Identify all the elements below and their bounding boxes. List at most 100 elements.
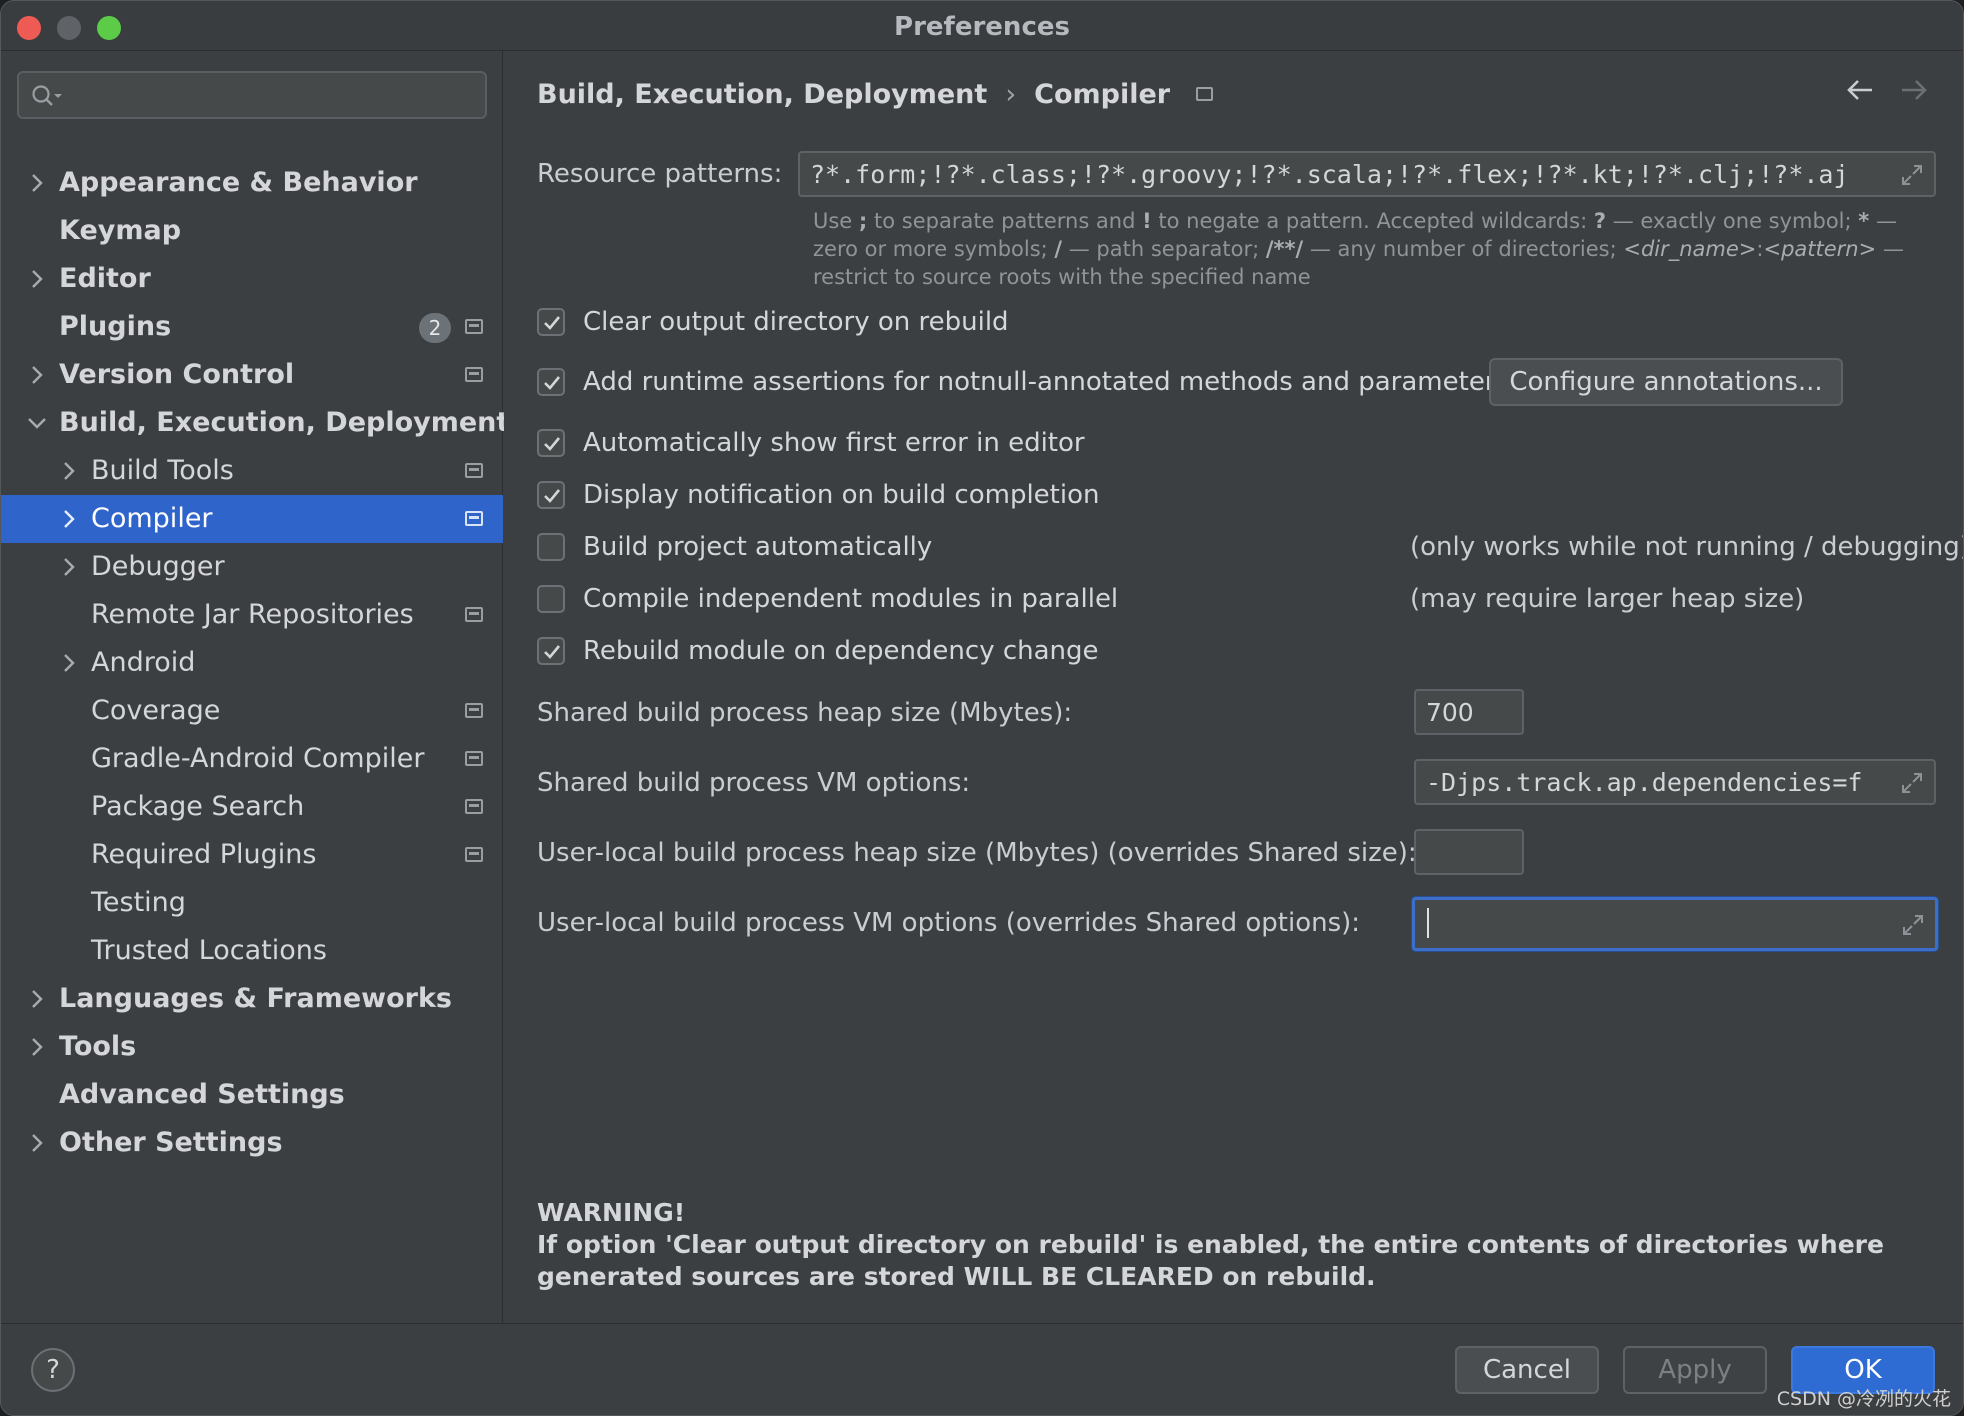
help-button[interactable]: ? [31, 1348, 75, 1392]
cancel-button[interactable]: Cancel [1455, 1346, 1599, 1394]
sidebar-item-label: Compiler [91, 503, 213, 534]
settings-sidebar: Appearance & Behavior Keymap Editor Plug… [1, 51, 509, 1323]
sidebar-item-label: Plugins [59, 311, 172, 342]
sidebar-item-other-settings[interactable]: Other Settings [1, 1119, 503, 1167]
checkbox-box[interactable] [537, 533, 565, 561]
check-icon [544, 489, 561, 503]
text-caret [1427, 908, 1429, 938]
forward-arrow-icon[interactable] [1898, 77, 1930, 103]
compiler-settings-panel: Build, Execution, Deployment › Compiler Re… [504, 51, 1964, 1323]
chevron-right-icon [32, 1038, 43, 1056]
sidebar-item-label: Build Tools [91, 455, 234, 486]
user-local-vm-options-label: User-local build process VM options (ove… [537, 908, 1361, 938]
sidebar-item-label: Package Search [91, 791, 305, 822]
configure-annotations-button[interactable]: Configure annotations... [1489, 358, 1843, 406]
warning-body: If option 'Clear output directory on reb… [537, 1230, 1884, 1291]
sidebar-item-plugins[interactable]: Plugins 2 [1, 303, 503, 351]
project-settings-icon [465, 463, 483, 478]
sidebar-item-gradle-android-compiler[interactable]: Gradle-Android Compiler [1, 735, 503, 783]
shared-vm-options-label: Shared build process VM options: [537, 768, 971, 798]
sidebar-item-coverage[interactable]: Coverage [1, 687, 503, 735]
resource-patterns-input[interactable]: ?*.form;!?*.class;!?*.groovy;!?*.scala;!… [798, 151, 1936, 197]
project-settings-icon [1196, 87, 1214, 101]
sidebar-item-label: Tools [59, 1031, 137, 1062]
sidebar-item-tools[interactable]: Tools [1, 1023, 503, 1071]
chevron-down-icon [28, 418, 46, 429]
sidebar-item-label: Android [91, 647, 196, 678]
checkbox-label: Add runtime assertions for notnull-annot… [583, 367, 1510, 397]
checkbox-label: Rebuild module on dependency change [583, 636, 1099, 666]
sidebar-item-debugger[interactable]: Debugger [1, 543, 503, 591]
sidebar-item-android[interactable]: Android [1, 639, 503, 687]
project-settings-icon [465, 511, 483, 526]
sidebar-item-label: Advanced Settings [59, 1079, 345, 1110]
breadcrumb-parent[interactable]: Build, Execution, Deployment [537, 79, 987, 110]
sidebar-item-languages-frameworks[interactable]: Languages & Frameworks [1, 975, 503, 1023]
sidebar-item-build-tools[interactable]: Build Tools [1, 447, 503, 495]
checkbox-box[interactable] [537, 308, 565, 336]
project-settings-icon [465, 847, 483, 862]
sidebar-item-advanced-settings[interactable]: Advanced Settings [1, 1071, 503, 1119]
sidebar-item-remote-jar-repositories[interactable]: Remote Jar Repositories [1, 591, 503, 639]
window-title: Preferences [894, 12, 1070, 42]
checkbox-box[interactable] [537, 585, 565, 613]
sidebar-item-label: Languages & Frameworks [59, 983, 453, 1014]
check-icon [544, 437, 561, 451]
chevron-right-icon [32, 990, 43, 1008]
resource-patterns-hint: Use ; to separate patterns and ! to nega… [813, 209, 1904, 289]
project-settings-icon [465, 751, 483, 766]
sidebar-item-build-execution-deployment[interactable]: Build, Execution, Deployment [1, 399, 509, 447]
breadcrumb-separator: › [1005, 79, 1017, 110]
check-icon [544, 645, 561, 659]
breadcrumb-current: Compiler [1034, 79, 1171, 110]
check-icon [544, 376, 561, 390]
checkbox-box[interactable] [537, 481, 565, 509]
project-settings-icon [465, 367, 483, 382]
shared-heap-size-input[interactable]: 700 [1414, 689, 1524, 735]
preferences-window: Preferences Appearance & Behavior Keymap… [0, 0, 1964, 1416]
resource-patterns-value: ?*.form;!?*.class;!?*.groovy;!?*.scala;!… [810, 160, 1849, 189]
checkbox-label: Build project automatically [583, 532, 933, 562]
user-local-vm-options-input[interactable] [1412, 897, 1938, 951]
clear-output-warning: WARNING! If option 'Clear output directo… [537, 1197, 1937, 1293]
user-local-heap-size-label: User-local build process heap size (Mbyt… [537, 838, 1417, 868]
checkbox-box[interactable] [537, 637, 565, 665]
shared-vm-options-input[interactable]: -Djps.track.ap.dependencies=f [1414, 759, 1936, 805]
build-automatically-note: (only works while not running / debuggin… [1410, 532, 1964, 562]
checkbox-label: Display notification on build completion [583, 480, 1100, 510]
expand-icon[interactable] [1900, 163, 1924, 187]
expand-icon[interactable] [1901, 913, 1925, 937]
sidebar-item-version-control[interactable]: Version Control [1, 351, 503, 399]
project-settings-icon [465, 319, 483, 334]
checkbox-box[interactable] [537, 429, 565, 457]
shared-vm-options-value: -Djps.track.ap.dependencies=f [1426, 768, 1863, 797]
sidebar-item-appearance-behavior[interactable]: Appearance & Behavior [1, 159, 503, 207]
expand-icon[interactable] [1900, 771, 1924, 795]
sidebar-item-package-search[interactable]: Package Search [1, 783, 503, 831]
sidebar-item-compiler[interactable]: Compiler [1, 495, 503, 543]
sidebar-item-required-plugins[interactable]: Required Plugins [1, 831, 503, 879]
checkbox-box[interactable] [537, 368, 565, 396]
warning-title: WARNING! [537, 1198, 686, 1227]
chevron-right-icon [64, 462, 75, 480]
chevron-right-icon [32, 174, 43, 192]
back-arrow-icon[interactable] [1844, 77, 1876, 103]
title-bar: Preferences [1, 1, 1963, 51]
user-local-heap-size-input[interactable] [1414, 829, 1524, 875]
sidebar-item-keymap[interactable]: Keymap [1, 207, 503, 255]
sidebar-item-trusted-locations[interactable]: Trusted Locations [1, 927, 503, 975]
settings-search-input[interactable] [17, 71, 487, 119]
resource-patterns-label: Resource patterns: [537, 159, 783, 189]
sidebar-item-label: Coverage [91, 695, 221, 726]
checkbox-label: Clear output directory on rebuild [583, 307, 1009, 337]
sidebar-item-label: Editor [59, 263, 151, 294]
compile-parallel-note: (may require larger heap size) [1410, 584, 1805, 614]
checkbox-label: Compile independent modules in parallel [583, 584, 1119, 614]
sidebar-item-editor[interactable]: Editor [1, 255, 503, 303]
project-settings-icon [465, 799, 483, 814]
apply-button[interactable]: Apply [1623, 1346, 1767, 1394]
sidebar-item-label: Keymap [59, 215, 182, 246]
project-settings-icon [465, 703, 483, 718]
sidebar-item-testing[interactable]: Testing [1, 879, 503, 927]
chevron-right-icon [64, 510, 75, 528]
